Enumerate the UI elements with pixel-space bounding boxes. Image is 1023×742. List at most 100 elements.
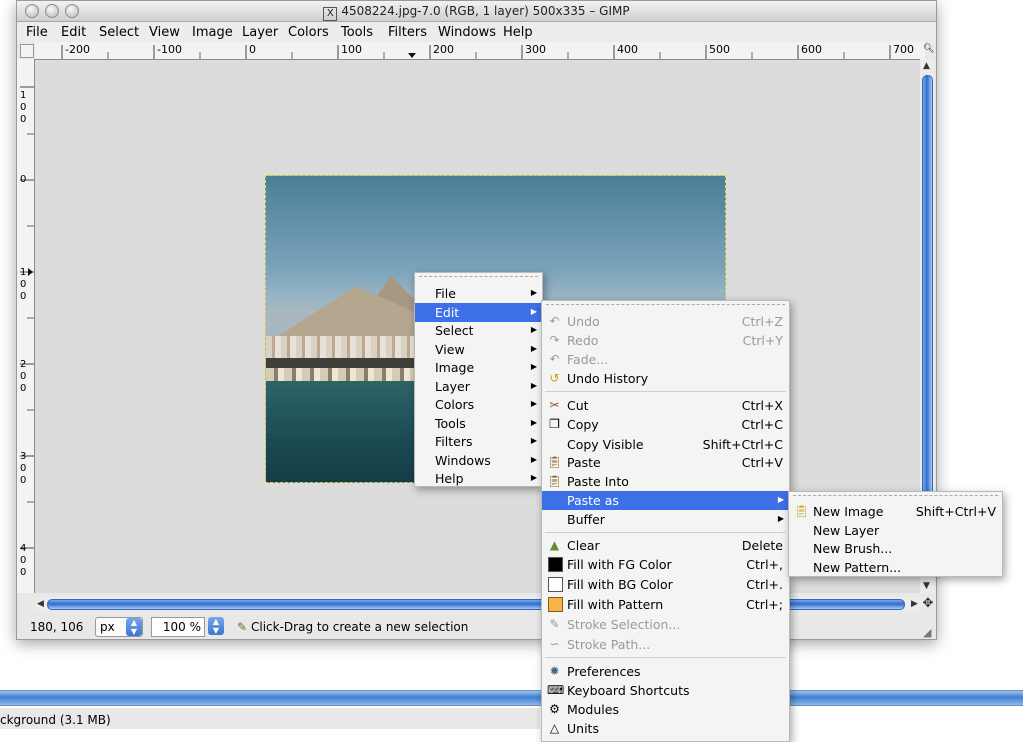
menu-item-label: Stroke Path... [567, 637, 651, 652]
vruler-label: 100 [20, 90, 27, 125]
menu-item-clear[interactable]: ▲ Clear Delete [542, 536, 789, 555]
pencil-icon: ✎ [237, 620, 248, 634]
hruler-label: -100 [157, 43, 182, 56]
keyboard-icon: ⌨ [547, 683, 565, 697]
shortcut-label: Ctrl+X [741, 398, 783, 413]
background-window-scrollbar[interactable] [0, 690, 1023, 706]
vertical-ruler-ticks [20, 86, 34, 549]
title-bar[interactable]: X 4508224.jpg-7.0 (RGB, 1 layer) 500x335 … [17, 1, 936, 22]
context-menu-image[interactable]: Image ▶ [415, 358, 542, 377]
resize-grip-icon[interactable]: ◢ [923, 626, 931, 639]
tearoff-line[interactable] [546, 304, 785, 305]
menu-item-stroke-selection[interactable]: ✎ Stroke Selection... [542, 615, 789, 634]
menu-item-fill-fg[interactable]: Fill with FG Color Ctrl+, [542, 555, 789, 574]
menu-item-label: New Brush... [813, 541, 893, 556]
unit-selector[interactable]: px ▲ ▼ [95, 617, 143, 637]
vruler-label: 200 [20, 359, 27, 394]
menu-item-label: New Layer [813, 523, 880, 538]
zoom-dropdown-icon[interactable]: ▲ ▼ [208, 617, 224, 635]
menu-item-preferences[interactable]: ✹ Preferences [542, 662, 789, 681]
menu-item-fill-bg[interactable]: Fill with BG Color Ctrl+. [542, 575, 789, 594]
unit-spin-icon[interactable]: ▲ ▼ [126, 618, 142, 636]
scissors-icon: ✂ [549, 398, 560, 412]
submenu-arrow-icon: ▶ [530, 307, 537, 316]
menu-item-undo-history[interactable]: ↺ Undo History [542, 369, 789, 388]
menu-item-copy-visible[interactable]: Copy Visible Shift+Ctrl+C [542, 435, 789, 454]
menu-colors[interactable]: Colors [288, 25, 329, 40]
menu-item-label: Clear [567, 538, 600, 553]
context-menu-file[interactable]: File ▶ [415, 284, 542, 303]
vertical-ruler[interactable]: 100 0 100 200 300 400 [17, 59, 35, 593]
menu-view[interactable]: View [149, 25, 180, 40]
menu-item-paste-as[interactable]: Paste as ▶ [542, 491, 789, 510]
menu-layer[interactable]: Layer [242, 25, 278, 40]
navigate-icon[interactable]: ✥ [921, 597, 935, 611]
context-menu-windows[interactable]: Windows ▶ [415, 451, 542, 470]
menu-windows[interactable]: Windows [438, 25, 496, 40]
bg-color-icon [548, 577, 563, 592]
scroll-left-icon[interactable]: ◀ [37, 599, 44, 609]
menu-item-label: Fade... [567, 352, 609, 367]
menu-item-new-brush[interactable]: New Brush... [789, 539, 1002, 558]
edit-submenu: ↶ Undo Ctrl+Z ↷ Redo Ctrl+Y ↶ Fade... ↺ Undo H… [541, 300, 790, 742]
context-menu-tools[interactable]: Tools ▶ [415, 414, 542, 433]
context-menu-colors[interactable]: Colors ▶ [415, 395, 542, 414]
tearoff-line[interactable] [793, 495, 998, 496]
menu-item-stroke-path[interactable]: ∽ Stroke Path... [542, 635, 789, 654]
pattern-icon [548, 597, 563, 612]
menu-image[interactable]: Image [192, 25, 233, 40]
menu-item-paste[interactable]: 📋︎ Paste Ctrl+V [542, 453, 789, 472]
context-menu-help[interactable]: Help ▶ [415, 469, 542, 488]
menu-item-modules[interactable]: ⚙ Modules [542, 700, 789, 719]
submenu-arrow-icon: ▶ [530, 288, 537, 297]
context-menu-filters[interactable]: Filters ▶ [415, 432, 542, 451]
context-menu-view[interactable]: View ▶ [415, 340, 542, 359]
menu-item-label: Select [435, 323, 474, 338]
zoom-fit-icon[interactable]: 🔍︎ [923, 44, 934, 55]
shortcut-label: Ctrl+; [746, 597, 783, 612]
menu-item-label: Buffer [567, 512, 605, 527]
menu-item-buffer[interactable]: Buffer ▶ [542, 510, 789, 529]
zoom-input[interactable]: 100 % [151, 617, 205, 637]
stroke-selection-icon: ✎ [549, 617, 560, 631]
scroll-down-icon[interactable]: ▼ [923, 581, 930, 591]
scroll-right-icon[interactable]: ▶ [911, 599, 918, 609]
menu-item-label: Edit [435, 305, 460, 320]
hruler-label: 300 [525, 43, 546, 56]
menu-item-copy[interactable]: ❐ Copy Ctrl+C [542, 415, 789, 434]
scroll-up-icon[interactable]: ▲ [923, 61, 930, 71]
menu-tools[interactable]: Tools [341, 25, 373, 40]
tearoff-line[interactable] [419, 276, 538, 277]
context-menu-select[interactable]: Select ▶ [415, 321, 542, 340]
submenu-arrow-icon: ▶ [530, 381, 537, 390]
menu-item-fade[interactable]: ↶ Fade... [542, 350, 789, 369]
menu-help[interactable]: Help [503, 25, 533, 40]
menu-item-redo[interactable]: ↷ Redo Ctrl+Y [542, 331, 789, 350]
menu-item-label: Fill with BG Color [567, 577, 673, 592]
menu-item-label: Cut [567, 398, 589, 413]
undo-icon: ↶ [549, 314, 560, 328]
menu-item-new-pattern[interactable]: New Pattern... [789, 558, 1002, 577]
quick-mask-toggle[interactable] [20, 44, 34, 58]
menu-item-undo[interactable]: ↶ Undo Ctrl+Z [542, 312, 789, 331]
menu-item-label: View [435, 342, 465, 357]
menu-select[interactable]: Select [99, 25, 139, 40]
menu-item-cut[interactable]: ✂ Cut Ctrl+X [542, 396, 789, 415]
submenu-arrow-icon: ▶ [530, 436, 537, 445]
menu-item-fill-pattern[interactable]: Fill with Pattern Ctrl+; [542, 595, 789, 614]
menu-item-new-layer[interactable]: New Layer [789, 521, 1002, 540]
menu-filters[interactable]: Filters [388, 25, 427, 40]
menu-item-keyboard-shortcuts[interactable]: ⌨ Keyboard Shortcuts [542, 681, 789, 700]
menu-file[interactable]: File [26, 25, 48, 40]
context-menu-edit[interactable]: Edit ▶ [415, 303, 542, 322]
menu-item-label: Paste as [567, 493, 619, 508]
submenu-arrow-icon: ▶ [530, 473, 537, 482]
menu-item-label: New Image [813, 504, 884, 519]
context-menu-layer[interactable]: Layer ▶ [415, 377, 542, 396]
menu-item-paste-into[interactable]: 📋︎ Paste Into [542, 472, 789, 491]
hruler-label: -200 [65, 43, 90, 56]
shortcut-label: Ctrl+Y [742, 333, 783, 348]
menu-item-new-image[interactable]: 📋︎ New Image Shift+Ctrl+V [789, 502, 1002, 521]
menu-edit[interactable]: Edit [61, 25, 86, 40]
horizontal-ruler[interactable]: -200 -100 0 100 200 300 400 500 600 700 [35, 42, 925, 60]
